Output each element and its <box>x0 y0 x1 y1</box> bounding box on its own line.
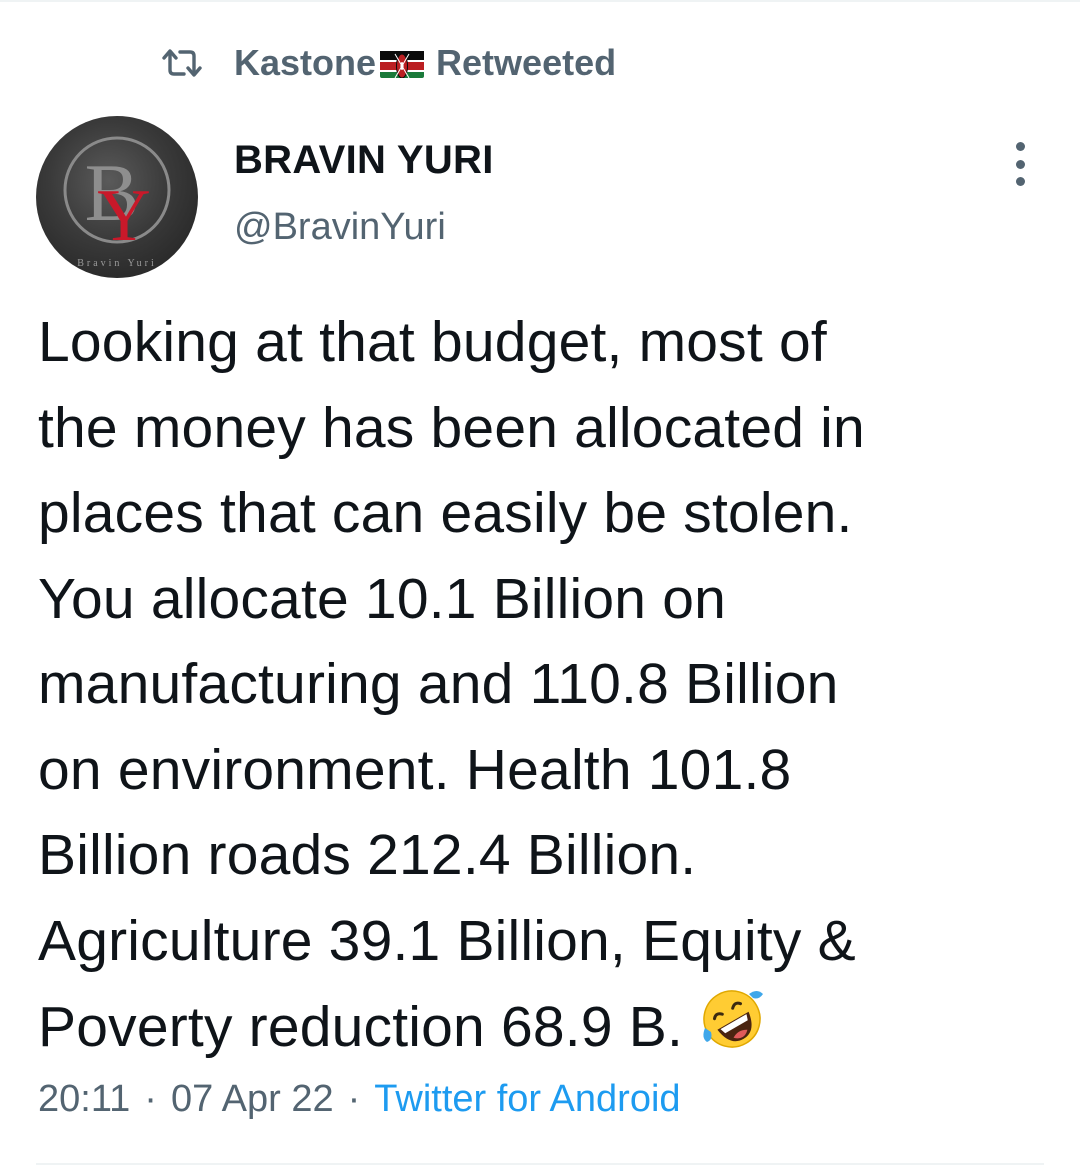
tweet-line: Agriculture 39.1 Billion, Equity & <box>38 908 856 973</box>
author-name[interactable]: BRAVIN YURI <box>234 138 494 183</box>
kenya-flag-icon <box>380 48 425 78</box>
author-handle[interactable]: @BravinYuri <box>234 206 446 249</box>
avatar-logo: B Y Bravin Yuri <box>63 136 171 269</box>
tweet-meta: 20:11 · 07 Apr 22 · Twitter for Android <box>38 1078 681 1121</box>
rolling-on-floor-laughing-emoji-icon <box>697 984 767 1079</box>
tweet-line: Looking at that budget, most of <box>38 310 827 374</box>
tweet-line: places that can easily be stolen. <box>38 481 853 545</box>
tweet-time[interactable]: 20:11 <box>38 1078 130 1120</box>
svg-text:Y: Y <box>97 175 150 257</box>
tweet-line: You allocate 10.1 Billion on <box>38 566 727 631</box>
retweeter-name[interactable]: Kastone <box>234 42 376 84</box>
top-divider <box>0 0 1080 2</box>
retweet-context[interactable]: Kastone Retweeted <box>160 38 616 88</box>
tweet-last-line: Poverty reduction 68.9 B. <box>38 984 1048 1079</box>
tweet-line: manufacturing and 110.8 Billion <box>38 652 839 716</box>
tweet-line: on environment. Health 101.8 <box>38 737 792 802</box>
meta-separator: · <box>347 1078 361 1120</box>
retweet-icon <box>160 43 204 83</box>
tweet-date[interactable]: 07 Apr 22 <box>171 1078 334 1120</box>
avatar[interactable]: B Y Bravin Yuri <box>36 116 198 278</box>
tweet-line: the money has been allocated in <box>38 395 865 460</box>
svg-text:Bravin Yuri: Bravin Yuri <box>77 258 157 269</box>
tweet-line: Poverty reduction 68.9 B. <box>38 995 684 1059</box>
more-options-icon[interactable] <box>1000 140 1040 188</box>
tweet-source-link[interactable]: Twitter for Android <box>374 1078 680 1120</box>
bottom-divider <box>36 1163 1044 1165</box>
retweeted-label: Retweeted <box>436 42 617 83</box>
tweet-line: Billion roads 212.4 Billion. <box>38 823 697 887</box>
meta-separator: · <box>144 1078 157 1120</box>
tweet-text: Looking at that budget, most of the mone… <box>38 300 1048 1079</box>
